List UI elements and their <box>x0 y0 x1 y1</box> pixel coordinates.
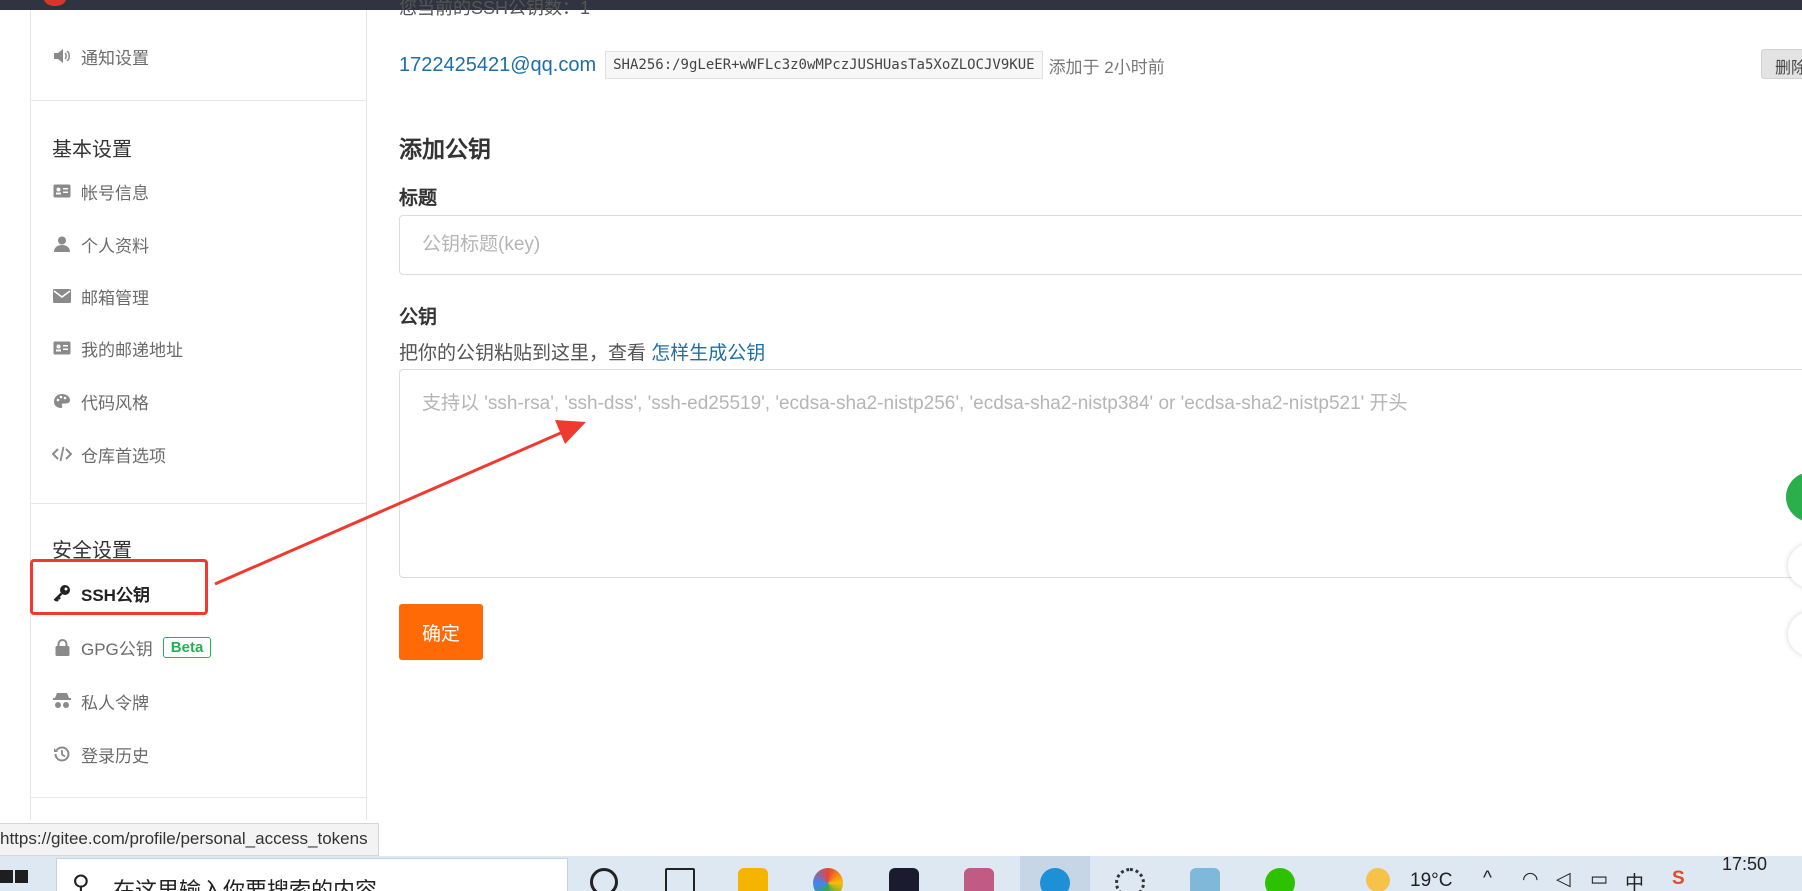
settings-gear-icon[interactable] <box>1115 868 1145 891</box>
task-view-icon[interactable] <box>665 868 695 891</box>
address-card-icon <box>51 341 73 355</box>
edge-icon[interactable] <box>1040 868 1070 891</box>
taskbar-search-box[interactable]: 在这里输入你要搜索的内容 <box>56 858 568 891</box>
main-content: 您当前的SSH公钥数：1 1722425421@qq.com SHA256:/9… <box>399 0 1802 820</box>
palette-icon <box>51 393 73 409</box>
ime-indicator[interactable]: 中 <box>1625 868 1644 891</box>
id-card-icon <box>51 184 73 198</box>
sidebar-section-basic: 基本设置 <box>52 139 132 161</box>
key-title-input[interactable] <box>399 215 1802 275</box>
beta-badge: Beta <box>162 636 212 658</box>
intellij-icon[interactable] <box>889 868 919 891</box>
sidebar-item-email[interactable]: 邮箱管理 <box>51 276 149 316</box>
sidebar-divider <box>31 503 366 504</box>
sidebar-item-label: 通知设置 <box>81 48 149 68</box>
sidebar-divider <box>31 797 366 798</box>
key-email: 1722425421@qq.com <box>399 53 597 76</box>
wechat-icon[interactable] <box>1265 868 1295 891</box>
sidebar-item-label: 仓库首选项 <box>81 446 166 466</box>
sidebar-item-label: 私人令牌 <box>81 693 149 713</box>
windows-start-icon[interactable] <box>0 870 30 891</box>
sidebar-item-personal-tokens[interactable]: 私人令牌 <box>51 681 149 721</box>
sidebar-item-code-style[interactable]: 代码风格 <box>51 381 149 421</box>
speaker-icon <box>51 48 73 64</box>
sidebar-item-repo-preferences[interactable]: 仓库首选项 <box>51 434 166 474</box>
how-to-generate-key-link[interactable]: 怎样生成公钥 <box>651 343 765 364</box>
delete-key-button[interactable]: 删除 <box>1761 49 1802 79</box>
sidebar-item-login-history[interactable]: 登录历史 <box>51 734 149 774</box>
existing-key-row: 1722425421@qq.com SHA256:/9gLeER+wWFLc3z… <box>399 48 1165 82</box>
key-added-time: 添加于 2小时前 <box>1048 57 1165 77</box>
weather-temperature: 19°C <box>1410 870 1453 891</box>
settings-sidebar: 通知设置 基本设置 帐号信息 个人资料 邮箱管理 我的邮递地址 代码风格 仓库首… <box>30 10 367 820</box>
cortana-icon[interactable] <box>590 868 618 891</box>
file-explorer-icon[interactable] <box>738 868 768 891</box>
user-icon <box>51 236 73 252</box>
volume-icon[interactable]: ◁ <box>1556 868 1571 891</box>
sidebar-item-label: 个人资料 <box>81 236 149 256</box>
browser-status-url: https://gitee.com/profile/personal_acces… <box>0 823 379 856</box>
weather-sun-icon <box>1366 868 1390 891</box>
public-key-textarea[interactable] <box>399 369 1802 578</box>
envelope-icon <box>51 289 73 303</box>
public-key-label: 公钥 <box>399 307 438 328</box>
sidebar-item-address[interactable]: 我的邮递地址 <box>51 328 183 368</box>
gitee-logo <box>44 0 66 6</box>
key-fingerprint: SHA256:/9gLeER+wWFLc3z0wMPczJUSHUasTa5Xo… <box>605 51 1043 79</box>
sidebar-item-account-info[interactable]: 帐号信息 <box>51 171 149 211</box>
sogou-icon[interactable]: S <box>1672 868 1685 890</box>
chevron-up-icon[interactable]: ^ <box>1483 868 1492 890</box>
sidebar-item-label: 帐号信息 <box>81 183 149 203</box>
sidebar-item-label: 代码风格 <box>81 393 149 413</box>
sidebar-item-label: 我的邮递地址 <box>81 340 183 360</box>
clock-time[interactable]: 17:50 <box>1722 856 1767 875</box>
history-icon <box>51 745 73 763</box>
notepad-icon[interactable] <box>1190 868 1220 891</box>
add-key-title: 添加公钥 <box>399 136 491 162</box>
sidebar-item-label: GPG公钥 <box>81 639 153 659</box>
ssh-key-count-text: 您当前的SSH公钥数：1 <box>399 0 591 18</box>
sidebar-divider <box>31 100 366 101</box>
public-key-hint: 把你的公钥粘贴到这里，查看 怎样生成公钥 <box>399 338 765 365</box>
sidebar-item-gpg-keys[interactable]: GPG公钥 Beta <box>51 627 212 667</box>
wifi-icon[interactable]: ◠ <box>1522 868 1539 891</box>
windows-taskbar: 在这里输入你要搜索的内容 ⚲ 19°C ^ ◠ ◁ ▭ 中 S 17:50 <box>0 856 1802 891</box>
sidebar-item-profile[interactable]: 个人资料 <box>51 224 149 264</box>
code-icon <box>51 446 73 462</box>
incognito-icon <box>51 692 73 710</box>
battery-icon[interactable]: ▭ <box>1590 868 1608 891</box>
lock-icon <box>51 638 73 656</box>
hint-text: 把你的公钥粘贴到这里，查看 <box>399 343 652 364</box>
search-icon: ⚲ <box>72 871 90 891</box>
chrome-icon[interactable] <box>813 868 843 891</box>
confirm-button[interactable]: 确定 <box>399 604 483 660</box>
annotation-highlight-box <box>30 559 208 615</box>
database-icon[interactable] <box>964 868 994 891</box>
sidebar-item-notifications[interactable]: 通知设置 <box>51 36 149 76</box>
title-label: 标题 <box>399 188 438 209</box>
sidebar-item-label: 登录历史 <box>81 746 149 766</box>
sidebar-item-label: 邮箱管理 <box>81 288 149 308</box>
